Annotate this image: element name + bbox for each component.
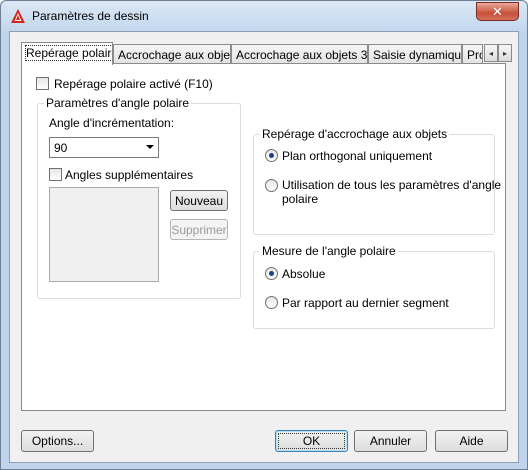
absolute-radio[interactable]: [265, 267, 278, 280]
additional-angles-checkbox[interactable]: [49, 168, 62, 181]
cancel-button[interactable]: Annuler: [354, 430, 427, 452]
group-title: Paramètres d'angle polaire: [44, 96, 192, 110]
relative-last-segment-radio[interactable]: [265, 296, 278, 309]
tab-polar-tracking[interactable]: Repérage polaire: [21, 42, 113, 65]
arrow-right-icon: ▸: [502, 48, 507, 58]
tab-scroll-right-button[interactable]: ▸: [498, 44, 512, 62]
all-polar-angles-radio[interactable]: [265, 179, 278, 192]
ok-button[interactable]: OK: [275, 430, 348, 452]
tab-scroll-left-button[interactable]: ◂: [484, 44, 498, 62]
orthogonal-only-label: Plan orthogonal uniquement: [282, 149, 433, 163]
title-bar[interactable]: Paramètres de dessin ✕: [1, 1, 527, 31]
button-label: Supprimer: [171, 222, 227, 237]
absolute-label: Absolue: [282, 267, 326, 281]
tab-label: Pro: [467, 48, 482, 62]
help-button[interactable]: Aide: [435, 430, 508, 452]
increment-angle-label: Angle d'incrémentation:: [49, 116, 175, 130]
tab-label: Accrochage aux objets: [118, 48, 231, 62]
dialog-client-area: Repérage polaire Accrochage aux objets A…: [9, 31, 519, 463]
all-polar-angles-label-line2: polaire: [282, 192, 319, 206]
button-label: Aide: [459, 434, 484, 448]
button-label: Options...: [31, 434, 84, 448]
dialog-window: Paramètres de dessin ✕ Repérage polaire …: [0, 0, 528, 470]
additional-angles-list[interactable]: [49, 187, 159, 282]
polar-tracking-on-label: Repérage polaire activé (F10): [54, 77, 213, 91]
tab-label: Accrochage aux objets 3D: [236, 48, 368, 62]
tab-panel-polar-tracking: Repérage polaire activé (F10) Paramètres…: [21, 63, 506, 411]
group-title: Repérage d'accrochage aux objets: [260, 127, 450, 141]
increment-angle-dropdown[interactable]: 90: [49, 137, 159, 158]
relative-last-segment-label: Par rapport au dernier segment: [282, 296, 449, 310]
polar-angle-measurement-group: Mesure de l'angle polaire Absolue Par ra…: [253, 244, 495, 329]
polar-angle-settings-group: Paramètres d'angle polaire Angle d'incré…: [37, 96, 241, 299]
close-button[interactable]: ✕: [476, 2, 519, 21]
window-title: Paramètres de dessin: [32, 9, 149, 23]
autocad-app-icon: [11, 9, 25, 23]
tab-strip: Repérage polaire Accrochage aux objets A…: [21, 42, 512, 65]
button-label: OK: [302, 434, 321, 448]
orthogonal-only-radio[interactable]: [265, 149, 278, 162]
chevron-down-icon: [146, 145, 154, 149]
object-snap-tracking-group: Repérage d'accrochage aux objets Plan or…: [253, 127, 501, 235]
options-button[interactable]: Options...: [21, 430, 94, 452]
button-label: Nouveau: [174, 193, 224, 208]
close-icon: ✕: [492, 3, 503, 19]
tab-3d-object-snap[interactable]: Accrochage aux objets 3D: [231, 44, 368, 64]
tab-label: Saisie dynamique: [373, 48, 462, 62]
increment-angle-value: 90: [54, 141, 68, 155]
additional-angles-label: Angles supplémentaires: [65, 168, 194, 182]
button-label: Annuler: [369, 434, 412, 448]
tab-object-snap[interactable]: Accrochage aux objets: [113, 44, 231, 64]
all-polar-angles-label-line1: Utilisation de tous les paramètres d'ang…: [282, 178, 502, 192]
tab-label: Repérage polaire: [24, 45, 112, 61]
tab-properties[interactable]: Pro: [462, 44, 483, 64]
delete-angle-button[interactable]: Supprimer: [170, 219, 228, 240]
polar-tracking-on-checkbox[interactable]: [36, 77, 49, 90]
tab-dynamic-input[interactable]: Saisie dynamique: [368, 44, 462, 64]
group-title: Mesure de l'angle polaire: [260, 244, 398, 258]
new-angle-button[interactable]: Nouveau: [170, 190, 228, 211]
arrow-left-icon: ◂: [488, 48, 493, 58]
